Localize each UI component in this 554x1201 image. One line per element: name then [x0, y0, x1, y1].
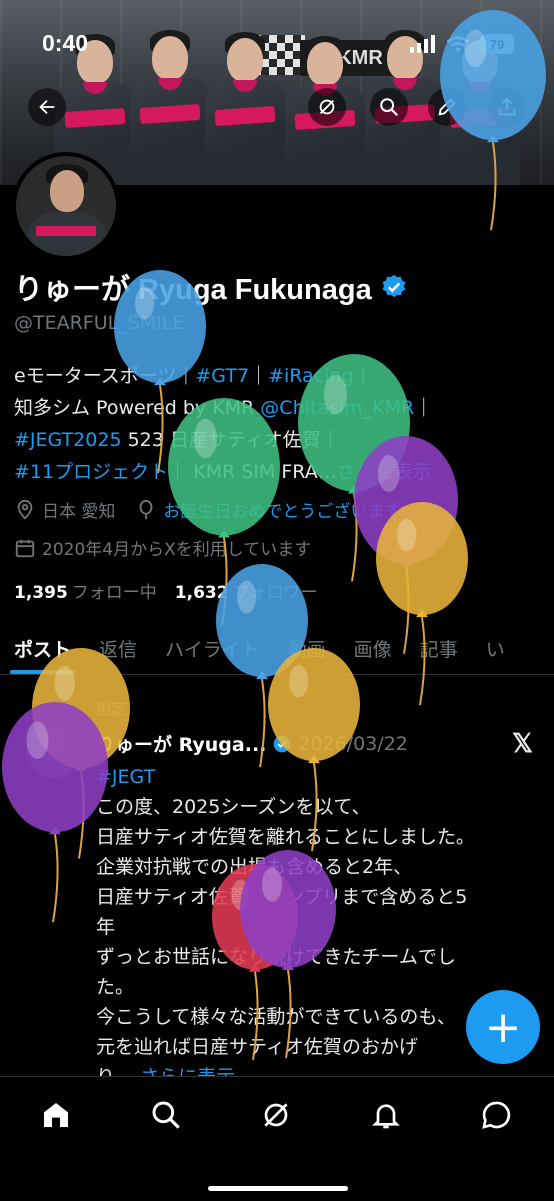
bio-text: 知多シム Powered by KMR: [14, 397, 261, 419]
grok-icon: [264, 1103, 288, 1127]
search-icon: [152, 1101, 180, 1129]
hashtag-gt7[interactable]: #GT7: [195, 365, 249, 387]
location-row: 日本 愛知 お誕生日おめでとうございます: [14, 497, 401, 522]
bio-separator: ｜: [414, 397, 434, 419]
tab-articles[interactable]: 記事: [406, 622, 472, 674]
signal-icon: [410, 35, 435, 53]
status-icons: 79: [410, 32, 514, 56]
follow-counts: 1,395 フォロー中 1,632 フォロワー: [14, 578, 318, 603]
post-avatar[interactable]: [26, 722, 82, 778]
team-member: [130, 30, 210, 185]
profile-avatar[interactable]: [12, 152, 120, 260]
joined-row: 2020年4月からXを利用しています: [14, 535, 311, 560]
bio-text: eモータースポーツ｜: [14, 365, 196, 387]
tab-replies[interactable]: 返信: [85, 622, 151, 674]
home-icon: [44, 1103, 68, 1127]
post-line: 企業対抗戦での出場も含めると2年、: [96, 856, 413, 878]
nav-search[interactable]: [144, 1093, 188, 1137]
post-line: 日産サティオ佐賀グランプリまで含めると5: [96, 886, 468, 908]
bio-text: 523 日産サティオ佐賀｜: [121, 429, 340, 451]
hashtag-11-project[interactable]: #11プロジェクト: [14, 461, 168, 483]
post-date: 2026/03/22: [298, 732, 408, 755]
bio-text: ｜ KMR SIM FRA…: [168, 461, 337, 483]
tab-posts[interactable]: ポスト: [0, 622, 85, 674]
post-header: りゅーが Ryuga... 2026/03/22: [96, 730, 408, 757]
joined-text: 2020年4月からXを利用しています: [42, 540, 312, 560]
post-line: 日産サティオ佐賀を離れることにしました。: [96, 826, 475, 848]
battery-indicator: 79: [480, 34, 514, 54]
post-line: 年: [96, 916, 116, 938]
share-icon: [498, 97, 516, 116]
bottom-navigation: [0, 1076, 554, 1201]
post-hashtag[interactable]: #JEGT: [96, 762, 546, 792]
handle: @TEARFUL_SMILE: [14, 312, 185, 334]
balloon: [376, 501, 468, 706]
bio-separator: ｜: [353, 365, 373, 387]
post-line: この度、2025シーズンを以て、: [96, 796, 371, 818]
mention-chitasim[interactable]: @Chitasim_KMR: [260, 397, 414, 419]
display-name: りゅーが Ryuga Fukunaga: [14, 266, 408, 308]
verified-badge-icon[interactable]: [380, 273, 408, 301]
followers-link[interactable]: 1,632 フォロワー: [175, 578, 318, 603]
hashtag-iracing[interactable]: #iRacing: [268, 365, 353, 387]
tab-images[interactable]: 画像: [340, 622, 406, 674]
tab-videos[interactable]: 動画: [274, 622, 340, 674]
status-time: 0:40: [42, 30, 89, 56]
nav-grok[interactable]: [254, 1093, 298, 1137]
following-link[interactable]: 1,395 フォロー中: [14, 578, 157, 603]
tab-likes[interactable]: い: [472, 622, 519, 674]
compose-post-button[interactable]: +: [466, 990, 540, 1064]
display-name-text: りゅーが Ryuga Fukunaga: [14, 274, 372, 306]
x-logo-icon: 𝕏: [512, 728, 533, 758]
verified-badge-icon: [274, 735, 291, 752]
pencil-icon: [438, 98, 456, 116]
home-indicator: [208, 1186, 348, 1191]
wifi-icon: [447, 36, 469, 52]
messages-icon: [482, 1101, 511, 1129]
location-text: 日本 愛知: [42, 502, 116, 522]
birthday-text[interactable]: お誕生日おめでとうございます: [163, 497, 401, 522]
share-button[interactable]: [488, 88, 526, 126]
profile-tabs: ポスト 返信 ハイライト 動画 画像 記事 い: [0, 622, 554, 675]
hashtag-jegt2025[interactable]: #JEGT2025: [14, 429, 122, 451]
arrow-left-icon: [39, 99, 55, 115]
grok-icon: [319, 99, 335, 115]
pinned-label: 固定: [96, 700, 127, 718]
bio-separator: ｜: [249, 365, 269, 387]
bio-show-more-link[interactable]: さらに表示: [337, 461, 432, 483]
grok-button[interactable]: [308, 88, 346, 126]
tab-highlights[interactable]: ハイライト: [151, 622, 274, 674]
post-line: ずっとお世話になり続けてきたチームでし: [96, 946, 456, 968]
nav-home[interactable]: [34, 1093, 78, 1137]
search-icon: [380, 98, 399, 117]
bio: eモータースポーツ｜#GT7｜#iRacing｜ 知多シム Powered by…: [14, 360, 544, 488]
calendar-icon: [15, 539, 35, 557]
search-button[interactable]: [370, 88, 408, 126]
nav-notifications[interactable]: [364, 1093, 408, 1137]
nav-messages[interactable]: [474, 1093, 518, 1137]
edit-button[interactable]: [428, 88, 466, 126]
location-pin-icon: [17, 499, 33, 520]
post-author-name[interactable]: りゅーが Ryuga...: [96, 730, 266, 757]
back-button[interactable]: [28, 88, 66, 126]
balloon-icon: [139, 499, 153, 519]
team-member: [205, 32, 285, 185]
notifications-icon: [372, 1104, 400, 1129]
